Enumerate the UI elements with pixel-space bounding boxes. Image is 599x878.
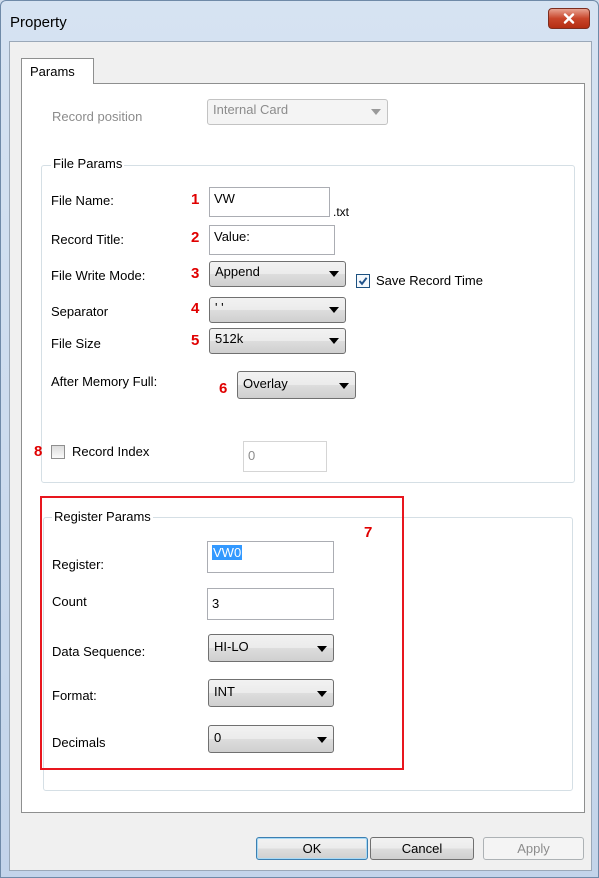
separator-label: Separator [51,304,109,319]
after-memory-full-value: Overlay [243,376,288,391]
file-write-mode-value: Append [215,264,260,279]
record-index-checkbox[interactable] [51,445,65,459]
tab-params[interactable]: Params [21,58,94,84]
file-write-mode-select[interactable]: Append [209,261,346,287]
file-name-input[interactable]: VW [209,187,330,217]
record-index-value: 0 [248,448,256,463]
marker-6: 6 [219,380,228,397]
chevron-down-icon [329,307,339,313]
tab-params-label: Params [30,64,75,79]
save-record-time-checkbox[interactable] [356,274,370,288]
after-memory-full-label: After Memory Full: [51,374,158,389]
file-size-select[interactable]: 512k [209,328,346,354]
marker-2: 2 [191,229,200,246]
chevron-down-icon [329,271,339,277]
record-title-input[interactable]: Value: [209,225,335,255]
file-size-value: 512k [215,331,244,346]
separator-select[interactable]: ' ' [209,297,346,323]
file-extension-label: .txt [333,205,350,219]
check-icon [358,277,368,286]
ok-button-label: OK [302,841,322,856]
cancel-button[interactable]: Cancel [370,837,474,860]
record-index-input: 0 [243,441,327,472]
file-name-value: VW [214,191,235,206]
separator-value: ' ' [215,300,224,315]
file-params-title: File Params [51,156,125,171]
apply-button-label: Apply [517,841,550,856]
cancel-button-label: Cancel [401,841,443,856]
marker-1: 1 [191,191,200,208]
file-write-mode-label: File Write Mode: [51,268,146,283]
chevron-down-icon [329,338,339,344]
file-name-label: File Name: [51,193,114,208]
window-title: Property [10,14,67,31]
record-title-label: Record Title: [51,232,124,247]
register-params-highlight-box [40,496,404,770]
file-size-label: File Size [51,336,101,351]
after-memory-full-select[interactable]: Overlay [237,371,356,399]
marker-3: 3 [191,265,200,282]
record-position-select: Internal Card [207,99,388,125]
save-record-time-label: Save Record Time [376,273,483,288]
marker-4: 4 [191,300,200,317]
record-position-value: Internal Card [213,102,289,117]
marker-8: 8 [34,443,43,460]
close-icon [563,13,575,24]
record-position-label: Record position [52,109,143,124]
close-button[interactable] [548,8,590,29]
chevron-down-icon [371,109,381,115]
chevron-down-icon [339,383,349,389]
apply-button: Apply [483,837,584,860]
record-index-label: Record Index [72,444,150,459]
marker-5: 5 [191,332,200,349]
record-title-value: Value: [214,229,250,244]
ok-button[interactable]: OK [256,837,368,860]
